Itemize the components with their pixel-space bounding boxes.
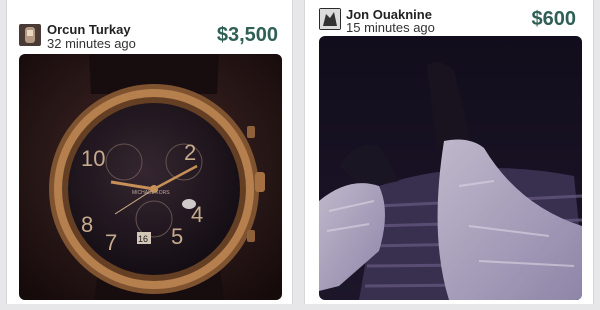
avatar[interactable] [319,8,341,30]
listing-header: Orcun Turkay 32 minutes ago $3,500 [7,0,292,51]
seller-name[interactable]: Orcun Turkay [47,22,131,37]
listing-card-jon[interactable]: Jon Ouaknine 15 minutes ago $600 [304,0,594,304]
avatar[interactable] [19,24,41,46]
post-time: 32 minutes ago [47,36,136,51]
price-label: $600 [531,8,577,30]
listing-card-orcun[interactable]: Orcun Turkay 32 minutes ago $3,500 10 2 … [6,0,293,304]
boots-and-jeans-photo[interactable] [319,36,582,300]
post-time: 15 minutes ago [346,20,435,35]
wristwatch-photo[interactable]: 10 2 8 4 7 5 16 MICHAEL KORS [19,54,282,300]
price-label: $3,500 [216,24,278,46]
